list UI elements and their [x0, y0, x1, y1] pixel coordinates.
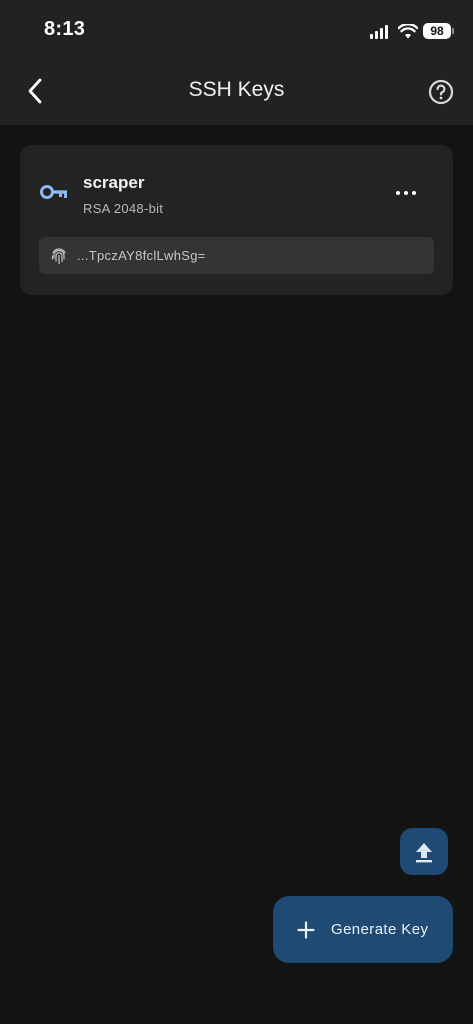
- page-title: SSH Keys: [188, 78, 285, 101]
- help-circle-icon: [428, 79, 454, 105]
- upload-key-button[interactable]: [400, 828, 448, 875]
- key-menu-button[interactable]: [391, 183, 421, 203]
- battery-icon: 98: [423, 23, 454, 39]
- help-button[interactable]: [427, 78, 455, 106]
- key-type: RSA 2048-bit: [83, 201, 164, 216]
- fingerprint-icon: [51, 247, 66, 264]
- wifi-icon: [398, 23, 418, 38]
- status-icons: 98: [370, 20, 454, 42]
- fingerprint-text: ...TpczAY8fclLwhSg=: [77, 248, 206, 263]
- signal-icon: [370, 24, 390, 39]
- battery-level: 98: [430, 24, 444, 38]
- top-bar: 8:13 98 SSH Keys: [0, 0, 473, 125]
- more-horizontal-icon: [396, 191, 400, 195]
- status-time: 8:13: [44, 18, 86, 40]
- generate-key-button[interactable]: Generate Key: [273, 896, 453, 963]
- ssh-key-card[interactable]: scraper RSA 2048-bit ...TpczAY8fclLwhSg=: [20, 145, 453, 295]
- fingerprint-box: ...TpczAY8fclLwhSg=: [39, 237, 434, 274]
- generate-key-label: Generate Key: [331, 921, 429, 938]
- plus-icon: [297, 920, 315, 939]
- key-name: scraper: [83, 173, 145, 192]
- key-icon: [40, 185, 67, 199]
- upload-icon: [416, 842, 432, 862]
